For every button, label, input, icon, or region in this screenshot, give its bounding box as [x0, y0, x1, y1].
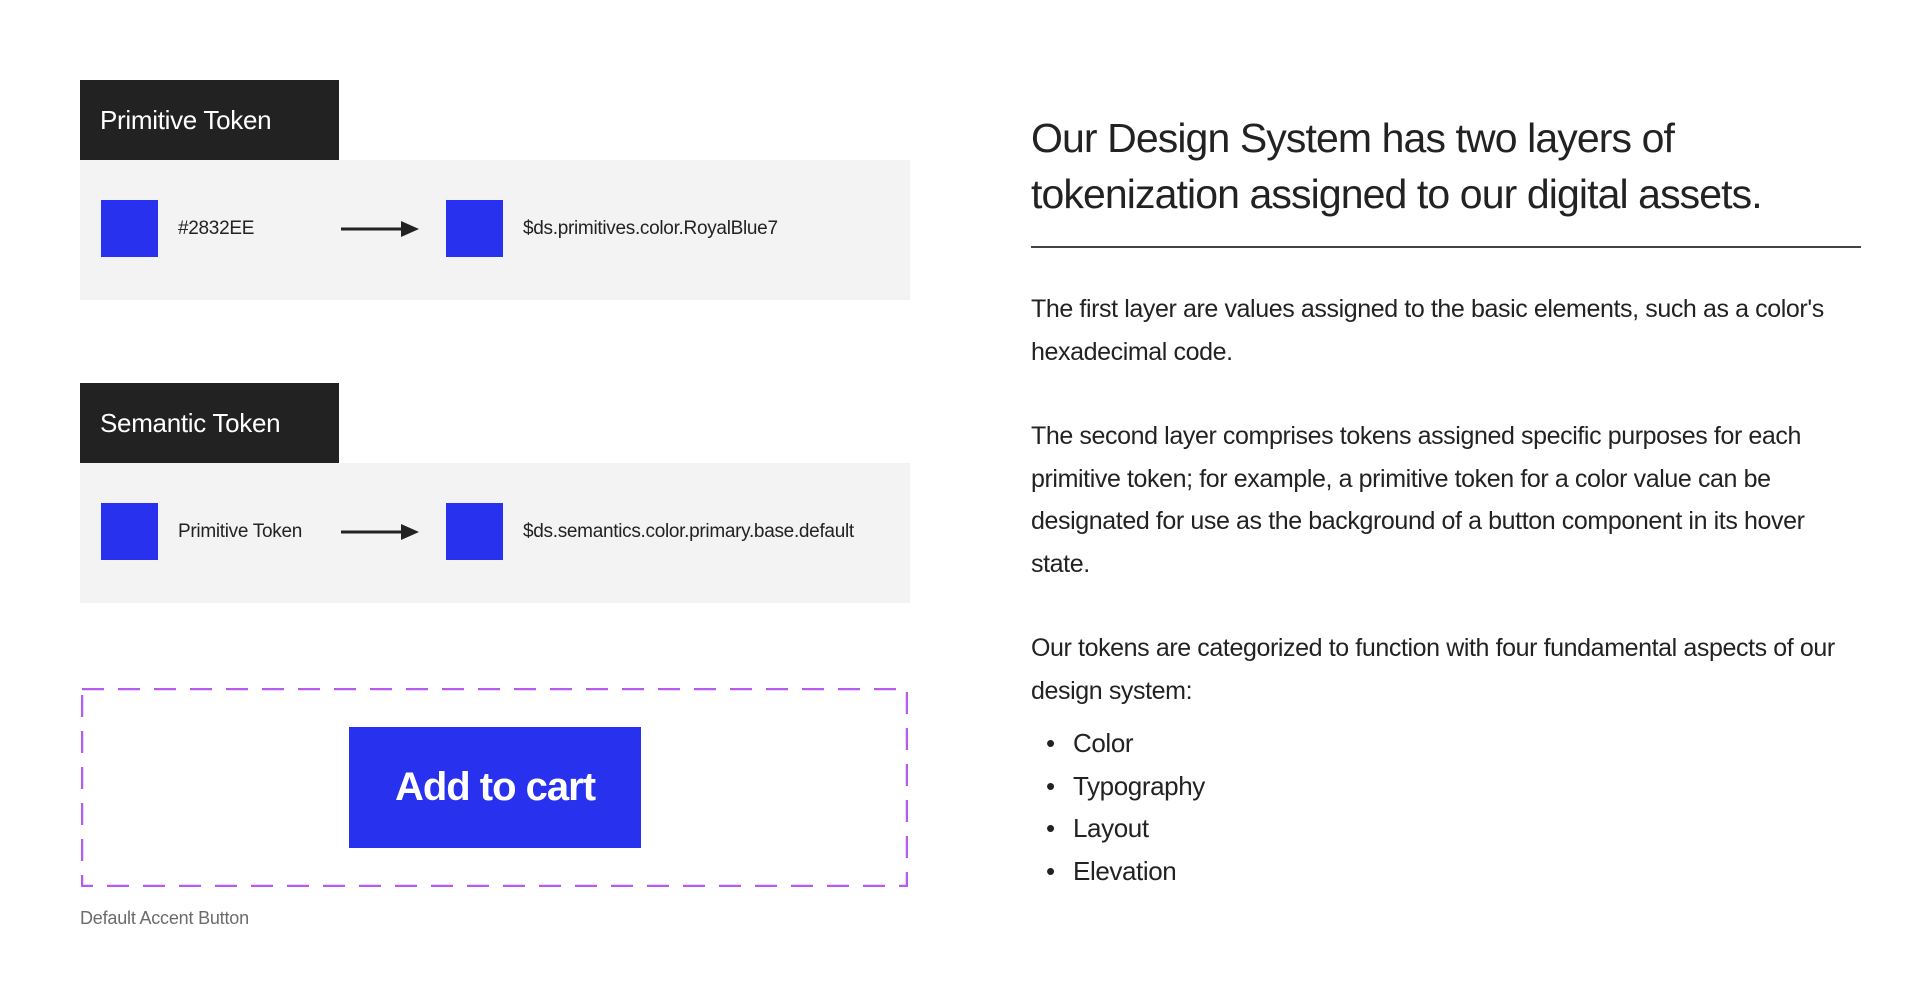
source-color-swatch	[101, 503, 158, 560]
aspect-label: Elevation	[1073, 855, 1177, 886]
aspect-label: Typography	[1073, 770, 1205, 801]
hex-value: #2832EE	[178, 218, 255, 239]
target-color-swatch	[446, 200, 503, 257]
semantic-token-title: Semantic Token	[100, 408, 281, 438]
source-color-swatch	[101, 200, 158, 257]
arrow-right-icon	[341, 221, 419, 237]
aspect-label: Layout	[1073, 813, 1149, 843]
target-color-swatch	[446, 503, 503, 560]
bullet-icon: •	[1046, 855, 1055, 886]
add-to-cart-button[interactable]: Add to cart	[349, 727, 641, 848]
section-heading: Our Design System has two layers of toke…	[1031, 115, 1763, 217]
aspects-list: • Color • Typography • Layout • Elevation	[1031, 722, 1861, 892]
primitive-token-title: Primitive Token	[100, 105, 272, 135]
bullet-icon: •	[1046, 813, 1055, 843]
divider	[1031, 246, 1861, 248]
paragraph-second-layer: The second layer comprises tokens assign…	[1031, 422, 1805, 578]
paragraph-categories: Our tokens are categorized to function w…	[1031, 634, 1835, 705]
description-column: Our Design System has two layers of toke…	[1031, 110, 1861, 892]
primitive-token-tag: Primitive Token	[80, 80, 339, 160]
semantic-token-name: $ds.semantics.color.primary.base.default	[523, 521, 854, 542]
bullet-icon: •	[1046, 728, 1055, 758]
arrow-right-icon	[341, 524, 419, 540]
paragraph-first-layer: The first layer are values assigned to t…	[1031, 295, 1824, 366]
list-item: • Color	[1031, 722, 1861, 765]
primitive-token-ref: Primitive Token	[178, 521, 302, 542]
list-item: • Typography	[1031, 765, 1861, 808]
semantic-token-tag: Semantic Token	[80, 383, 339, 463]
add-to-cart-label: Add to cart	[394, 765, 596, 809]
list-item: • Elevation	[1031, 850, 1861, 893]
primitive-token-panel: #2832EE $ds.primitives.color.RoyalBlue7	[80, 160, 910, 300]
list-item: • Layout	[1031, 807, 1861, 850]
aspect-label: Color	[1073, 728, 1134, 758]
primitive-token-name: $ds.primitives.color.RoyalBlue7	[523, 218, 778, 239]
semantic-token-panel: Primitive Token $ds.semantics.color.prim…	[80, 463, 910, 603]
button-caption: Default Accent Button	[80, 908, 249, 928]
bullet-icon: •	[1046, 770, 1055, 801]
